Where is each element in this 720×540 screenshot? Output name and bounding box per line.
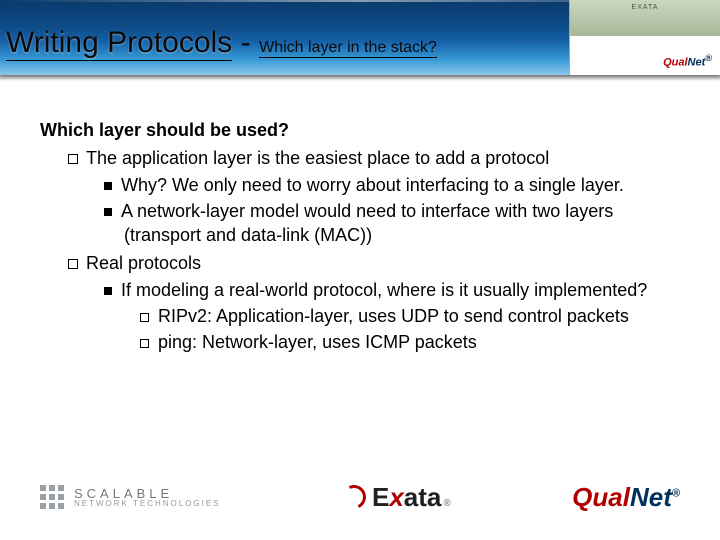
slide-title: Writing Protocols - Which layer in the s… — [6, 26, 560, 60]
snt-line1: SCALABLE — [74, 487, 221, 500]
bullet-real-protocols: Real protocols — [68, 251, 670, 275]
qualnet-reg: ® — [672, 487, 680, 499]
corner-qual: Qual — [663, 57, 687, 69]
title-sub-text: Which layer in the stack? — [259, 39, 437, 58]
corner-reg: ® — [705, 53, 712, 63]
corner-top-label: EXATA — [570, 0, 720, 36]
bullet-app-layer: The application layer is the easiest pla… — [68, 146, 670, 170]
bullet-ping: ping: Network-layer, uses ICMP packets — [140, 330, 670, 354]
snt-grid-icon — [40, 485, 64, 509]
logo-exata: Exata® — [342, 482, 451, 513]
exata-tm: ® — [443, 498, 450, 509]
bullet-why-single-layer: Why? We only need to worry about interfa… — [104, 173, 670, 197]
qualnet-qual: Qual — [572, 482, 630, 512]
corner-badge: EXATA QualNet® — [569, 0, 720, 75]
title-main-text: Writing Protocols — [6, 26, 232, 61]
body-heading: Which layer should be used? — [40, 120, 289, 140]
body-content: Which layer should be used? The applicat… — [40, 118, 670, 355]
bullet-real-world-where: If modeling a real-world protocol, where… — [104, 278, 670, 302]
bullet-network-two-layers: A network-layer model would need to inte… — [104, 199, 670, 248]
exata-swoosh-icon — [339, 482, 370, 513]
corner-qualnet-mark: QualNet® — [578, 53, 712, 69]
footer-logos: SCALABLE NETWORK TECHNOLOGIES Exata® Qua… — [40, 472, 680, 522]
banner-shadow — [0, 75, 720, 81]
logo-scalable: SCALABLE NETWORK TECHNOLOGIES — [40, 485, 221, 509]
logo-qualnet: QualNet® — [572, 482, 680, 513]
exata-e: E — [372, 482, 389, 513]
bullet-ripv2: RIPv2: Application-layer, uses UDP to se… — [140, 304, 670, 328]
title-separator: - — [241, 26, 251, 59]
slide: EXATA QualNet® Writing Protocols - Which… — [0, 0, 720, 540]
snt-line2: NETWORK TECHNOLOGIES — [74, 500, 221, 508]
exata-rest: ata — [404, 482, 442, 513]
title-banner: EXATA QualNet® Writing Protocols - Which… — [0, 0, 720, 75]
corner-net: Net — [688, 57, 706, 69]
exata-x: x — [389, 482, 403, 513]
qualnet-net: Net — [630, 482, 672, 512]
